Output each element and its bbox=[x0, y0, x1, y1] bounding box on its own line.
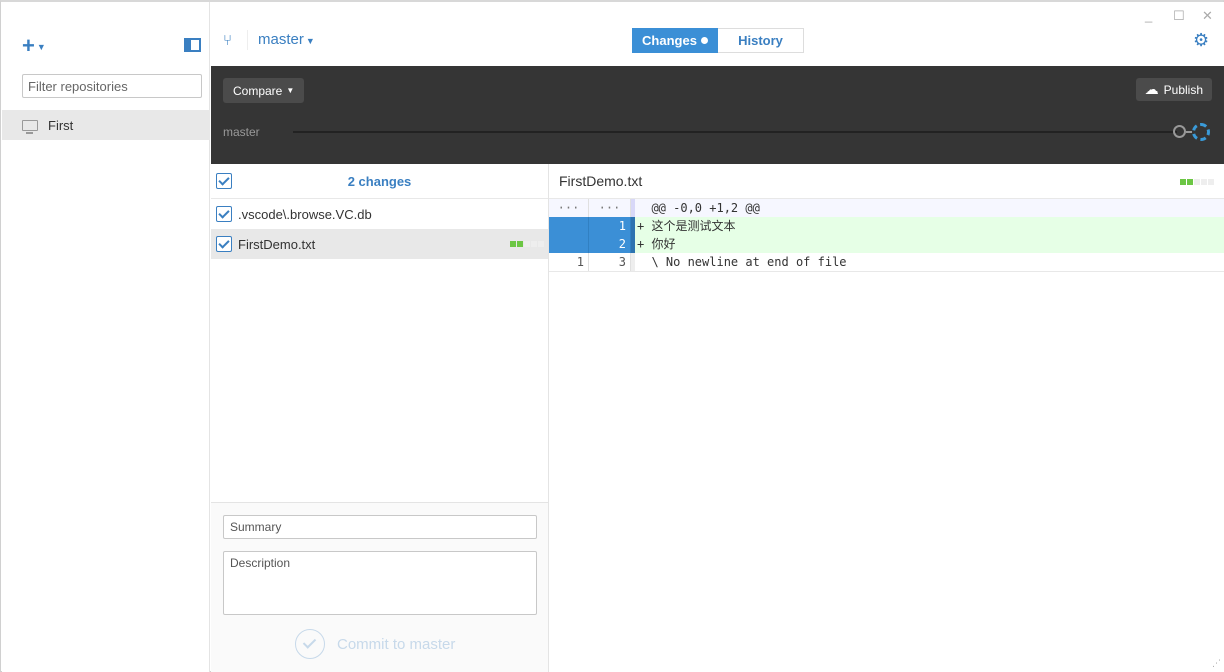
file-name: .vscode\.browse.VC.db bbox=[238, 206, 372, 222]
diff-header: FirstDemo.txt bbox=[549, 164, 1224, 199]
diff-line-context: 1 3 \ No newline at end of file bbox=[549, 253, 1224, 272]
branch-toolbar: Compare ▼ ☁ Publish master bbox=[211, 66, 1224, 164]
old-line-number: ··· bbox=[549, 199, 589, 217]
plus-icon: + bbox=[22, 33, 35, 58]
commit-form: Commit to master bbox=[211, 502, 549, 672]
new-line-number: 3 bbox=[589, 253, 631, 271]
tab-label: History bbox=[738, 33, 783, 48]
check-icon bbox=[295, 629, 325, 659]
changes-count: 2 changes bbox=[347, 173, 412, 189]
repository-name: First bbox=[48, 117, 74, 133]
cloud-upload-icon: ☁ bbox=[1144, 81, 1159, 97]
view-tabs: Changes History bbox=[632, 28, 804, 53]
resize-grip-icon[interactable]: ⋰ bbox=[1212, 658, 1221, 669]
commit-summary-input[interactable] bbox=[223, 515, 537, 539]
monitor-icon bbox=[22, 119, 38, 134]
publish-button[interactable]: ☁ Publish bbox=[1135, 78, 1212, 101]
changes-panel: 2 changes .vscode\.browse.VC.db FirstDem… bbox=[211, 164, 549, 502]
minimize-icon[interactable]: _ bbox=[1145, 8, 1152, 23]
diff-line-text: + 这个是测试文本 bbox=[635, 217, 1224, 235]
tab-changes[interactable]: Changes bbox=[632, 28, 718, 53]
commit-node[interactable] bbox=[1173, 125, 1186, 138]
add-repository-button[interactable]: + ▼ bbox=[22, 33, 46, 58]
repository-item[interactable]: First bbox=[2, 110, 210, 140]
maximize-icon[interactable]: ☐ bbox=[1173, 8, 1185, 24]
file-name: FirstDemo.txt bbox=[238, 236, 316, 252]
repository-sidebar: +▼ First bbox=[2, 2, 210, 672]
compare-label: Compare bbox=[233, 83, 283, 98]
tab-label: Changes bbox=[642, 33, 697, 48]
file-list-item[interactable]: FirstDemo.txt bbox=[211, 229, 548, 259]
diff-diffstat bbox=[1180, 179, 1214, 185]
timeline-line bbox=[293, 131, 1177, 133]
filter-repositories-input[interactable] bbox=[22, 74, 202, 98]
caret-down-icon: ▼ bbox=[286, 86, 295, 95]
tab-history[interactable]: History bbox=[718, 28, 804, 53]
commit-button[interactable]: Commit to master bbox=[295, 629, 455, 659]
branch-name: master bbox=[258, 31, 304, 48]
file-checkbox[interactable] bbox=[216, 236, 232, 252]
diff-line-text: @@ -0,0 +1,2 @@ bbox=[637, 201, 760, 215]
changes-header: 2 changes bbox=[211, 164, 548, 199]
file-diffstat bbox=[510, 241, 544, 247]
close-icon[interactable]: ✕ bbox=[1202, 8, 1213, 24]
diff-line-text: \ No newline at end of file bbox=[637, 255, 847, 269]
compare-button[interactable]: Compare ▼ bbox=[223, 78, 305, 103]
select-all-checkbox[interactable] bbox=[216, 173, 232, 189]
diff-panel: FirstDemo.txt ··· ··· @@ -0,0 +1,2 @@ 1 … bbox=[549, 164, 1224, 672]
caret-down-icon: ▼ bbox=[305, 36, 315, 46]
toggle-sidebar-icon[interactable] bbox=[184, 38, 201, 52]
changes-indicator-dot bbox=[700, 37, 708, 44]
new-line-number: ··· bbox=[589, 199, 631, 217]
file-list-item[interactable]: .vscode\.browse.VC.db bbox=[211, 199, 548, 229]
new-line-number: 2 bbox=[589, 235, 631, 253]
uncommitted-changes-node[interactable] bbox=[1192, 123, 1210, 141]
divider bbox=[247, 30, 248, 50]
publish-label: Publish bbox=[1163, 82, 1203, 97]
old-line-number bbox=[549, 217, 589, 235]
timeline-branch-label: master bbox=[223, 125, 260, 139]
file-checkbox[interactable] bbox=[216, 206, 232, 222]
new-line-number: 1 bbox=[589, 217, 631, 235]
branch-icon: ⑂ bbox=[223, 32, 233, 49]
diff-line-text: + 你好 bbox=[635, 235, 1224, 253]
caret-down-icon: ▼ bbox=[36, 42, 46, 53]
old-line-number bbox=[549, 235, 589, 253]
diff-hunk-header: ··· ··· @@ -0,0 +1,2 @@ bbox=[549, 199, 1224, 217]
diff-line-added[interactable]: 2 + 你好 bbox=[549, 235, 1224, 253]
old-line-number: 1 bbox=[549, 253, 589, 271]
header: ⑂ master ▼ Changes History _ ☐ ✕ ⚙ bbox=[211, 2, 1224, 66]
diff-file-name: FirstDemo.txt bbox=[559, 173, 643, 189]
commit-button-label: Commit to master bbox=[337, 635, 456, 653]
diff-line-added[interactable]: 1 + 这个是测试文本 bbox=[549, 217, 1224, 235]
gear-icon[interactable]: ⚙ bbox=[1193, 30, 1209, 51]
app-window: +▼ First ⑂ master▼ Changes History _ ☐ ✕… bbox=[0, 0, 1224, 672]
branch-selector[interactable]: master ▼ bbox=[258, 31, 315, 48]
commit-description-input[interactable] bbox=[223, 551, 537, 615]
